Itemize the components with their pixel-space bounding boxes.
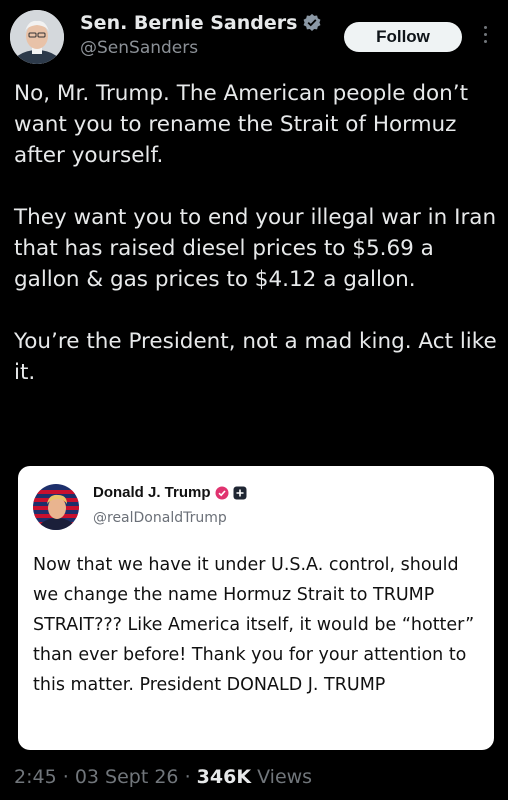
quoted-display-name: Donald J. Trump: [93, 484, 211, 501]
verified-badge-icon: [215, 486, 229, 499]
verified-badge-icon: [303, 13, 321, 31]
tweet-paragraph: They want you to end your illegal war in…: [14, 205, 497, 292]
tweet-paragraph: No, Mr. Trump. The American people don’t…: [14, 81, 469, 168]
tweet-header: Sen. Bernie Sanders @SenSanders Follow: [0, 0, 508, 80]
quoted-name-row: Donald J. Trump: [93, 484, 247, 501]
follow-button[interactable]: Follow: [344, 22, 462, 52]
separator: ·: [62, 766, 75, 788]
tweet-paragraph: You’re the President, not a mad king. Ac…: [14, 329, 497, 385]
more-vertical-icon[interactable]: [480, 22, 490, 52]
display-name[interactable]: Sen. Bernie Sanders: [80, 12, 297, 34]
platform-badge-icon: [233, 486, 247, 499]
handle[interactable]: @SenSanders: [80, 38, 198, 58]
quoted-handle: @realDonaldTrump: [93, 510, 227, 526]
post-date[interactable]: 03 Sept 26: [75, 766, 179, 788]
tweet-metadata: 2:45 · 03 Sept 26 · 346K Views: [14, 766, 312, 788]
views-count: 346K: [196, 766, 252, 788]
quoted-avatar: [33, 484, 79, 530]
quoted-text: Now that we have it under U.S.A. control…: [33, 555, 475, 695]
views-label: Views: [257, 766, 313, 788]
avatar[interactable]: [10, 10, 64, 64]
separator: ·: [184, 766, 197, 788]
quoted-post-card[interactable]: Donald J. Trump @realDonaldTrump Now tha…: [18, 466, 494, 750]
tweet-body: No, Mr. Trump. The American people don’t…: [14, 78, 500, 388]
name-row: Sen. Bernie Sanders: [80, 12, 322, 34]
post-time[interactable]: 2:45: [14, 766, 57, 788]
